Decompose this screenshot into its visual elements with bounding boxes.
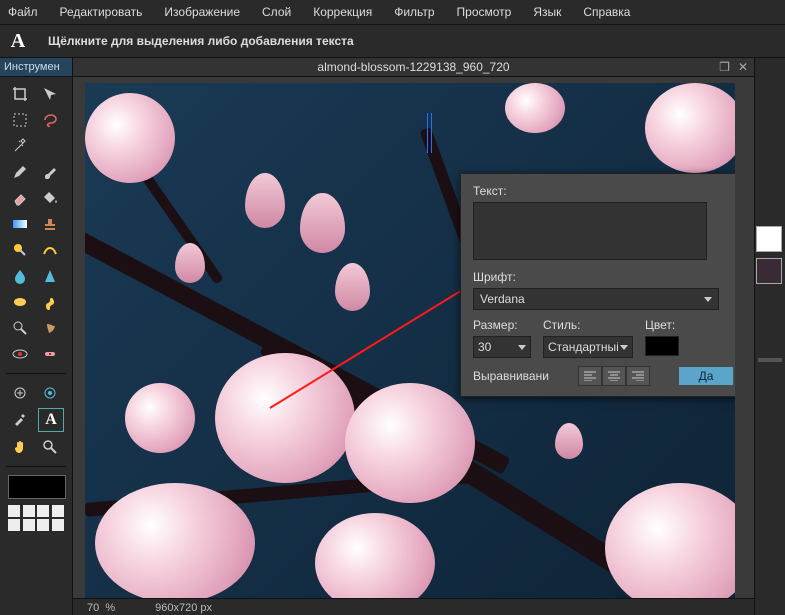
statusbar: 70 % 960x720 px bbox=[73, 598, 754, 615]
align-center-button[interactable] bbox=[602, 366, 626, 386]
eyedropper-tool-icon[interactable] bbox=[8, 408, 32, 430]
menu-edit[interactable]: Редактировать bbox=[60, 5, 143, 19]
maximize-icon[interactable]: ❐ bbox=[719, 60, 730, 74]
wand-tool-icon[interactable] bbox=[8, 135, 32, 157]
brush-tool-icon[interactable] bbox=[38, 161, 62, 183]
menu-view[interactable]: Просмотр bbox=[457, 5, 512, 19]
burn-tool-icon[interactable] bbox=[38, 317, 62, 339]
size-select[interactable]: 30 bbox=[473, 336, 531, 358]
text-input[interactable] bbox=[473, 202, 707, 260]
font-label: Шрифт: bbox=[473, 270, 733, 284]
color-swatch[interactable] bbox=[645, 336, 679, 356]
style-value: Стандартный bbox=[548, 340, 618, 354]
document-titlebar: almond-blossom-1229138_960_720 ❐ ✕ bbox=[73, 58, 754, 77]
zoom-tool-icon[interactable] bbox=[38, 436, 62, 458]
marquee-tool-icon[interactable] bbox=[8, 109, 32, 131]
menu-image[interactable]: Изображение bbox=[164, 5, 240, 19]
bucket-tool-icon[interactable] bbox=[38, 187, 62, 209]
align-left-button[interactable] bbox=[578, 366, 602, 386]
bloat-tool-icon[interactable] bbox=[8, 382, 32, 404]
chevron-down-icon bbox=[704, 297, 712, 302]
zoom-value: 70 bbox=[87, 602, 99, 614]
chevron-down-icon bbox=[518, 345, 526, 350]
pencil-tool-icon[interactable] bbox=[8, 161, 32, 183]
eraser-tool-icon[interactable] bbox=[8, 187, 32, 209]
hand-tool-icon[interactable] bbox=[8, 436, 32, 458]
stamp-tool-icon[interactable] bbox=[38, 213, 62, 235]
right-panel bbox=[754, 58, 785, 615]
tool-options-bar: A Щёлкните для выделения либо добавления… bbox=[0, 25, 785, 58]
canvas[interactable]: Текст: Шрифт: Verdana Размер: 30 bbox=[85, 83, 735, 598]
menu-filter[interactable]: Фильтр bbox=[394, 5, 434, 19]
document-title: almond-blossom-1229138_960_720 bbox=[317, 60, 509, 74]
color-label: Цвет: bbox=[645, 318, 679, 332]
smudge-tool-icon[interactable] bbox=[38, 291, 62, 313]
style-select[interactable]: Стандартный bbox=[543, 336, 633, 358]
zoom-unit: % bbox=[105, 602, 115, 614]
layer-thumb-1[interactable] bbox=[756, 226, 782, 252]
font-value: Verdana bbox=[480, 292, 525, 306]
align-right-button[interactable] bbox=[626, 366, 650, 386]
active-tool-icon: A bbox=[8, 31, 28, 51]
text-cursor bbox=[427, 113, 430, 153]
size-label: Размер: bbox=[473, 318, 531, 332]
font-select[interactable]: Verdana bbox=[473, 288, 719, 310]
blur-tool-icon[interactable] bbox=[8, 265, 32, 287]
lasso-tool-icon[interactable] bbox=[38, 109, 62, 131]
layer-thumb-2[interactable] bbox=[756, 258, 782, 284]
tool-hint: Щёлкните для выделения либо добавления т… bbox=[48, 34, 354, 48]
sponge-tool-icon[interactable] bbox=[8, 291, 32, 313]
menu-lang[interactable]: Язык bbox=[533, 5, 561, 19]
toolbox-panel: Инструмен bbox=[0, 58, 73, 615]
foreground-color-swatch[interactable] bbox=[8, 475, 66, 499]
menu-help[interactable]: Справка bbox=[583, 5, 630, 19]
crop-tool-icon[interactable] bbox=[8, 83, 32, 105]
sharpen-tool-icon[interactable] bbox=[38, 265, 62, 287]
menu-layer[interactable]: Слой bbox=[262, 5, 291, 19]
size-value: 30 bbox=[478, 340, 491, 354]
close-icon[interactable]: ✕ bbox=[738, 60, 748, 74]
colorreplace-tool-icon[interactable] bbox=[8, 239, 32, 261]
align-label: Выравнивани bbox=[473, 369, 549, 383]
text-label: Текст: bbox=[473, 184, 733, 198]
toolbox-title: Инструмен bbox=[0, 58, 72, 77]
drawing-tool-icon[interactable] bbox=[38, 239, 62, 261]
color-palette[interactable] bbox=[8, 505, 64, 531]
text-dialog: Текст: Шрифт: Verdana Размер: 30 bbox=[460, 173, 735, 397]
canvas-dimensions: 960x720 px bbox=[155, 602, 212, 614]
redeye-tool-icon[interactable] bbox=[8, 343, 32, 365]
ok-button[interactable]: Да bbox=[679, 367, 733, 385]
type-tool-icon[interactable]: A bbox=[38, 408, 64, 432]
panel-splitter-icon[interactable] bbox=[758, 358, 782, 362]
dodge-tool-icon[interactable] bbox=[8, 317, 32, 339]
pinch-tool-icon[interactable] bbox=[38, 382, 62, 404]
menu-adjustment[interactable]: Коррекция bbox=[313, 5, 372, 19]
menubar: Файл Редактировать Изображение Слой Корр… bbox=[0, 0, 785, 25]
gradient-tool-icon[interactable] bbox=[8, 213, 32, 235]
menu-file[interactable]: Файл bbox=[8, 5, 38, 19]
chevron-down-icon bbox=[620, 345, 628, 350]
canvas-area: Текст: Шрифт: Verdana Размер: 30 bbox=[73, 77, 754, 598]
empty-tool bbox=[38, 135, 62, 157]
heal-tool-icon[interactable] bbox=[38, 343, 62, 365]
move-tool-icon[interactable] bbox=[38, 83, 62, 105]
style-label: Стиль: bbox=[543, 318, 633, 332]
